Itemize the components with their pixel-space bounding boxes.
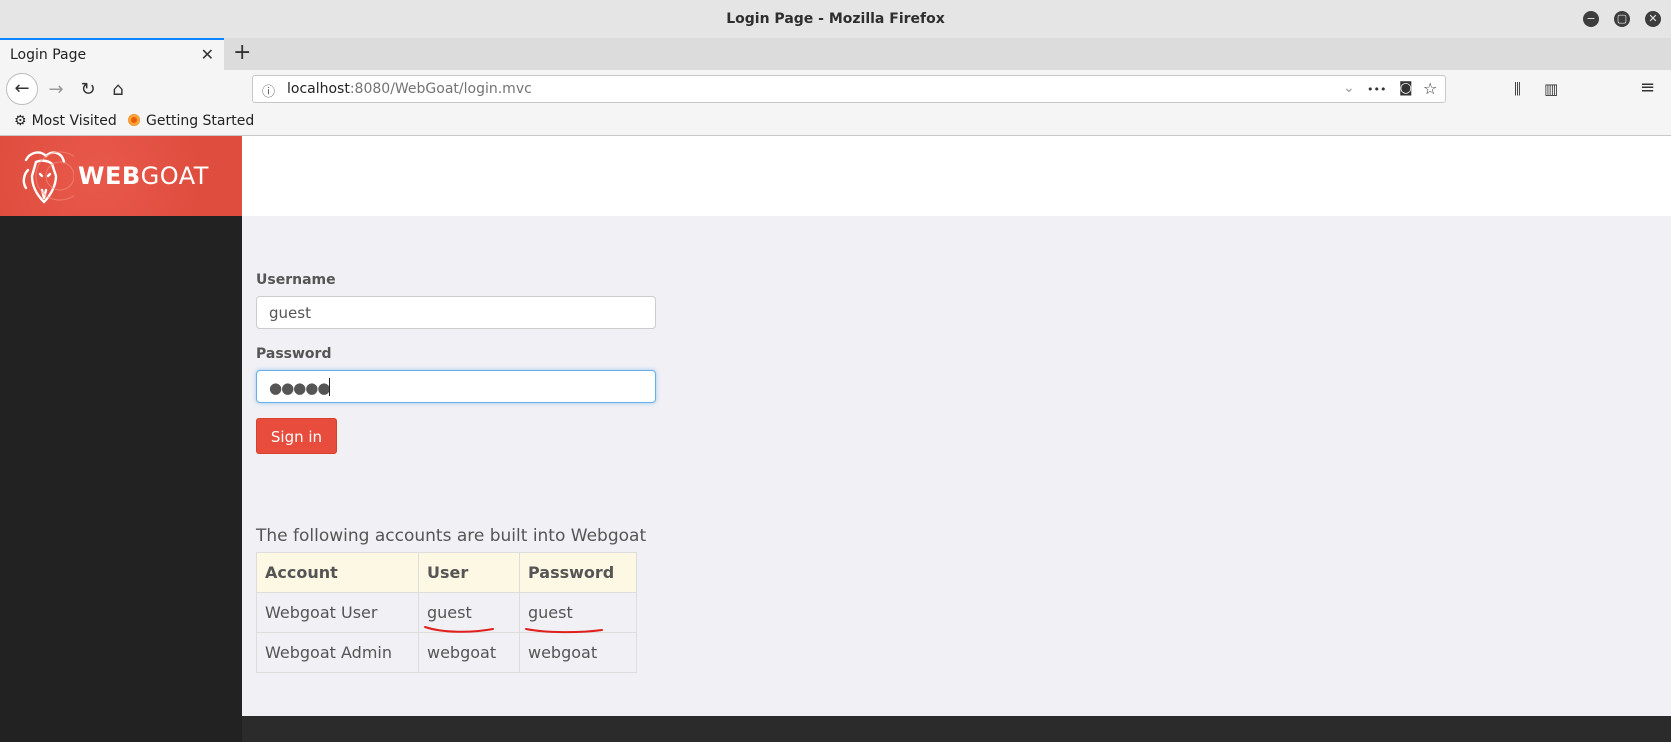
password-label: Password bbox=[256, 346, 332, 362]
new-tab-icon[interactable]: + bbox=[233, 40, 251, 65]
site-info-icon[interactable]: ⓘ bbox=[262, 81, 275, 100]
back-button[interactable]: ← bbox=[6, 73, 38, 105]
bookmarks-toolbar: ⚙ Most Visited Getting Started bbox=[0, 110, 1671, 136]
text-caret bbox=[329, 378, 331, 396]
red-underline-annotation bbox=[525, 628, 603, 634]
annotated-value: guest bbox=[525, 603, 603, 634]
url-text[interactable]: localhost:8080/WebGoat/login.mvc bbox=[287, 81, 532, 97]
page-viewport: WEBGOAT Username guest Password ●●●●● Si… bbox=[0, 136, 1671, 742]
login-main: Username guest Password ●●●●● Sign in Th… bbox=[242, 216, 1671, 716]
url-path: :8080/WebGoat/login.mvc bbox=[349, 81, 532, 97]
logo-rest: GOAT bbox=[140, 162, 209, 190]
table-cell: Webgoat User bbox=[256, 592, 419, 633]
bookmark-getting-started[interactable]: Getting Started bbox=[128, 113, 254, 129]
bookmark-label: Getting Started bbox=[146, 113, 255, 129]
page-sidebar bbox=[0, 216, 242, 742]
home-button[interactable]: ⌂ bbox=[106, 79, 130, 100]
page-actions-icon[interactable]: ••• bbox=[1367, 83, 1386, 96]
title-bar: Login Page - Mozilla Firefox − ▢ ✕ bbox=[0, 0, 1671, 39]
firefox-icon bbox=[128, 114, 140, 126]
tab-bar: Login Page ✕ + bbox=[0, 38, 1671, 70]
table-cell: webgoat bbox=[519, 632, 637, 673]
page-header bbox=[242, 136, 1671, 216]
pocket-icon[interactable]: ◙ bbox=[1399, 80, 1413, 96]
bookmark-star-icon[interactable]: ☆ bbox=[1423, 79, 1437, 98]
table-cell: guest bbox=[519, 592, 637, 634]
table-header-row: Account User Password bbox=[256, 552, 637, 593]
forward-button[interactable]: → bbox=[44, 79, 68, 100]
close-tab-icon[interactable]: ✕ bbox=[201, 45, 214, 64]
navigation-bar: ← → ↻ ⌂ ⓘ localhost:8080/WebGoat/login.m… bbox=[0, 70, 1671, 110]
red-underline-annotation bbox=[424, 626, 494, 633]
window-title: Login Page - Mozilla Firefox bbox=[726, 11, 945, 27]
logo-wordmark: WEBGOAT bbox=[78, 162, 209, 190]
column-header-user: User bbox=[418, 552, 520, 593]
tab-title: Login Page bbox=[10, 47, 87, 63]
sidebar-toggle-icon[interactable]: ▥ bbox=[1544, 80, 1558, 98]
page-bottom-edge bbox=[242, 716, 1671, 742]
url-dropdown-icon[interactable]: ⌄ bbox=[1343, 80, 1355, 96]
close-window-icon[interactable]: ✕ bbox=[1645, 11, 1661, 27]
column-header-password: Password bbox=[519, 552, 637, 593]
minimize-icon[interactable]: − bbox=[1583, 11, 1599, 27]
table-row: Webgoat User guest guest bbox=[256, 592, 637, 634]
sign-in-button[interactable]: Sign in bbox=[256, 418, 337, 454]
goat-icon bbox=[22, 151, 74, 204]
username-value: guest bbox=[269, 304, 311, 322]
url-bar[interactable]: ⓘ localhost:8080/WebGoat/login.mvc ⌄ •••… bbox=[252, 75, 1446, 103]
tab-login-page[interactable]: Login Page ✕ bbox=[0, 38, 224, 70]
webgoat-logo[interactable]: WEBGOAT bbox=[0, 136, 242, 216]
bookmark-label: Most Visited bbox=[31, 113, 117, 129]
cell-text: guest bbox=[427, 603, 472, 622]
annotated-value: guest bbox=[424, 603, 494, 633]
logo-bold: WEB bbox=[78, 162, 141, 190]
table-row: Webgoat Admin webgoat webgoat bbox=[256, 632, 637, 673]
accounts-table: Account User Password Webgoat User guest bbox=[256, 552, 637, 673]
library-icon[interactable]: ⫼ bbox=[1514, 80, 1521, 98]
password-field[interactable]: ●●●●● bbox=[256, 370, 656, 403]
table-cell: guest bbox=[418, 592, 520, 633]
menu-icon[interactable]: ≡ bbox=[1640, 77, 1655, 98]
password-masked-value: ●●●●● bbox=[269, 379, 330, 397]
browser-window: Login Page - Mozilla Firefox − ▢ ✕ Login… bbox=[0, 0, 1671, 742]
gear-icon: ⚙ bbox=[14, 113, 27, 129]
username-field[interactable]: guest bbox=[256, 296, 656, 329]
accounts-caption: The following accounts are built into We… bbox=[256, 526, 647, 546]
bookmark-most-visited[interactable]: ⚙ Most Visited bbox=[14, 113, 117, 129]
reload-button[interactable]: ↻ bbox=[76, 79, 100, 100]
column-header-account: Account bbox=[256, 552, 419, 593]
table-cell: webgoat bbox=[418, 632, 520, 673]
cell-text: guest bbox=[528, 603, 573, 622]
url-host: localhost bbox=[287, 81, 350, 97]
maximize-icon[interactable]: ▢ bbox=[1614, 11, 1630, 27]
table-cell: Webgoat Admin bbox=[256, 632, 419, 673]
username-label: Username bbox=[256, 272, 336, 288]
